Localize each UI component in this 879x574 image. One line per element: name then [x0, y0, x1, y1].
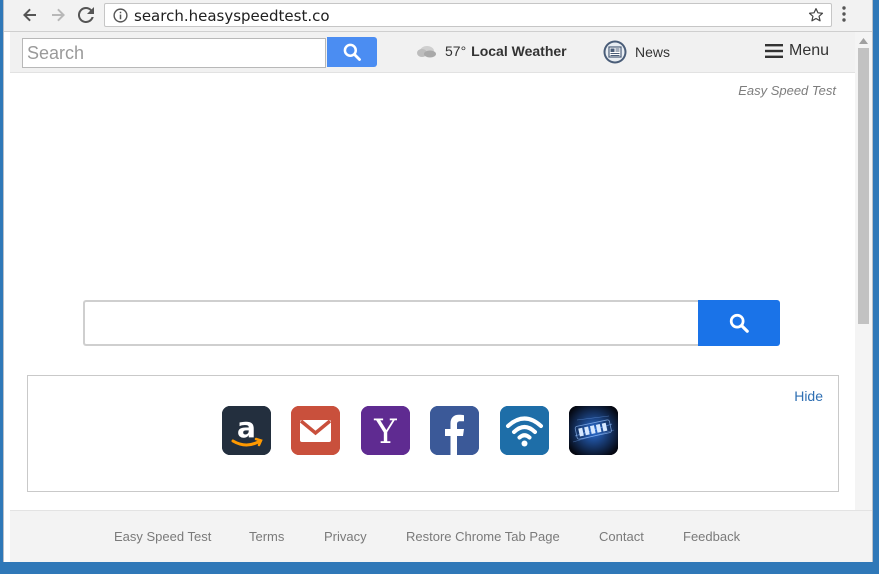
reload-icon: [78, 7, 94, 23]
browser-toolbar: search.heasyspeedtest.co: [4, 0, 872, 32]
amazon-tile[interactable]: a: [222, 406, 271, 455]
reload-button[interactable]: [74, 4, 98, 26]
header-search-button[interactable]: [327, 37, 377, 67]
yahoo-icon: Y: [361, 406, 410, 455]
speed-tile[interactable]: [569, 406, 618, 455]
footer-link-restore-chrome-tab-page[interactable]: Restore Chrome Tab Page: [406, 529, 560, 544]
address-bar[interactable]: search.heasyspeedtest.co: [104, 3, 832, 27]
url-text: search.heasyspeedtest.co: [134, 7, 330, 25]
news-icon: [603, 40, 627, 64]
scrollbar-thumb[interactable]: [858, 48, 869, 324]
amazon-icon: a: [222, 406, 271, 455]
footer-link-feedback[interactable]: Feedback: [683, 529, 740, 544]
speed-icon: [569, 406, 618, 455]
footer-link-easy-speed-test[interactable]: Easy Speed Test: [114, 529, 211, 544]
hamburger-icon: [765, 44, 783, 58]
wifi-icon: [500, 406, 549, 455]
weather-label: Local Weather: [471, 43, 567, 59]
brand-label: Easy Speed Test: [738, 83, 836, 98]
quicklinks-panel: Hide a Y: [27, 375, 839, 492]
yahoo-tile[interactable]: Y: [361, 406, 410, 455]
search-icon: [343, 43, 361, 61]
hide-link[interactable]: Hide: [794, 388, 823, 404]
back-arrow-icon: [23, 8, 36, 22]
browser-window: search.heasyspeedtest.co 57°: [3, 0, 873, 562]
header-search-input[interactable]: [22, 38, 326, 68]
forward-button[interactable]: [46, 4, 70, 26]
back-button[interactable]: [18, 4, 42, 26]
main-search: [83, 300, 780, 346]
page-header: 57° Local Weather News Menu: [10, 32, 855, 73]
page-footer: Easy Speed Test Terms Privacy Restore Ch…: [10, 510, 872, 562]
wifi-tile[interactable]: [500, 406, 549, 455]
news-link[interactable]: News: [603, 40, 670, 64]
forward-arrow-icon: [52, 8, 65, 22]
menu-button[interactable]: Menu: [765, 42, 829, 60]
bookmark-star-icon[interactable]: [808, 7, 824, 23]
footer-link-contact[interactable]: Contact: [599, 529, 644, 544]
scroll-up-arrow-icon[interactable]: [859, 38, 868, 44]
footer-link-privacy[interactable]: Privacy: [324, 529, 367, 544]
page-scrollbar[interactable]: [855, 32, 872, 510]
gmail-icon: [291, 406, 340, 455]
weather-widget[interactable]: 57° Local Weather: [415, 43, 567, 59]
more-menu-icon[interactable]: [842, 6, 846, 22]
info-icon[interactable]: [113, 8, 128, 23]
cloud-icon: [417, 46, 436, 58]
facebook-tile[interactable]: [430, 406, 479, 455]
menu-label: Menu: [789, 42, 830, 59]
facebook-icon: [430, 406, 479, 455]
main-search-button[interactable]: [698, 300, 780, 346]
footer-link-terms[interactable]: Terms: [249, 529, 284, 544]
svg-text:Y: Y: [373, 412, 397, 452]
svg-text:a: a: [237, 411, 256, 444]
search-icon: [729, 313, 749, 333]
desktop-background: [0, 562, 879, 574]
weather-temperature: 57°: [445, 43, 467, 59]
main-search-input[interactable]: [83, 300, 698, 346]
gmail-tile[interactable]: [291, 406, 340, 455]
news-label: News: [635, 44, 671, 60]
